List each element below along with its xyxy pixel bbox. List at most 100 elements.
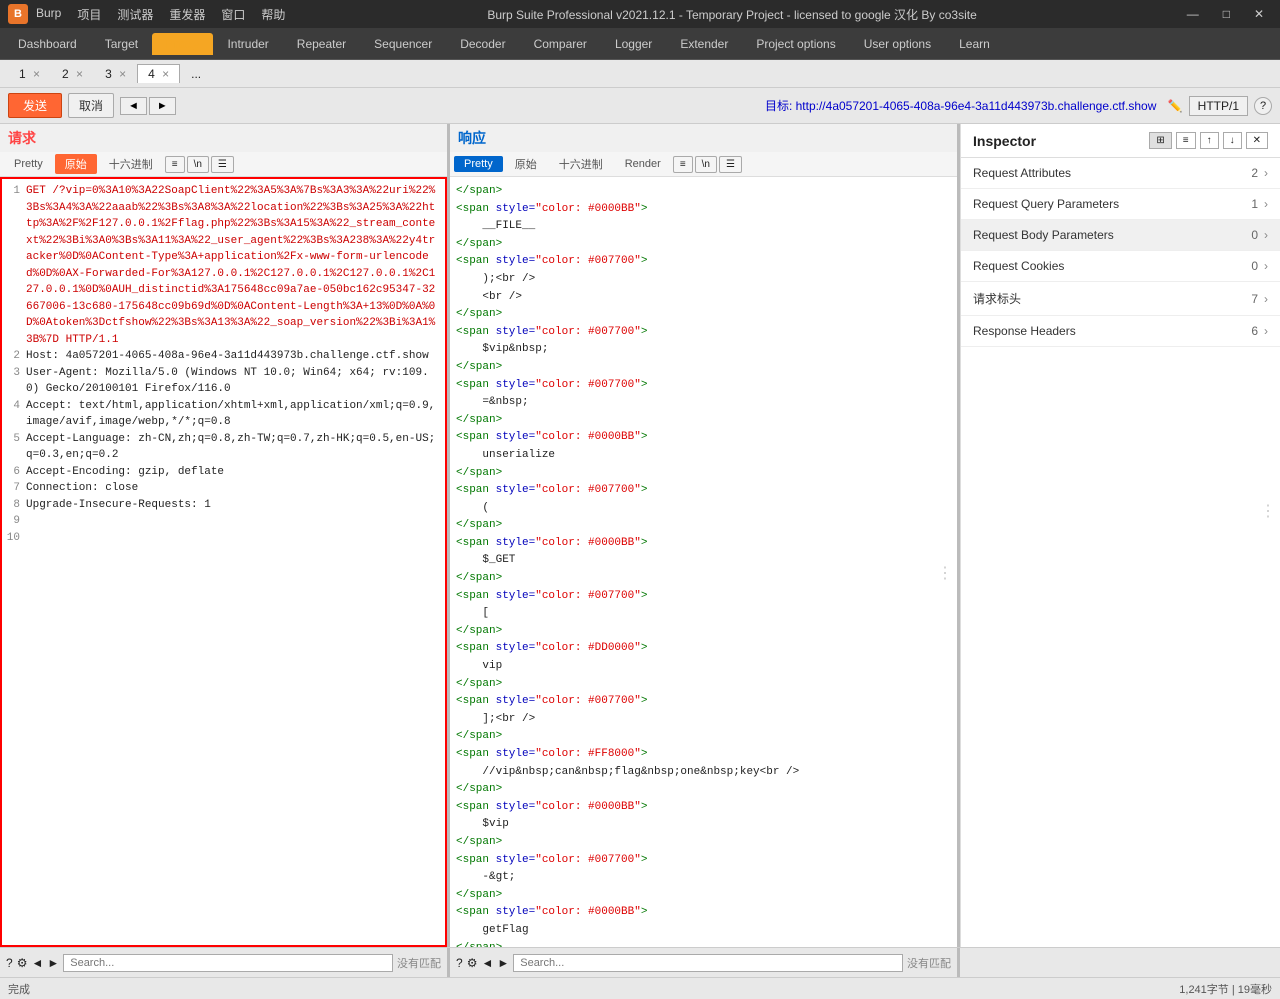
bottom-right-nav-back[interactable]: ◄ — [481, 956, 493, 970]
cancel-button[interactable]: 取消 — [68, 93, 114, 118]
response-html-content: </span> <span style="color: #0000BB"> __… — [456, 183, 951, 947]
nav-tab-comparer[interactable]: Comparer — [520, 33, 601, 55]
response-panel-header: 响应 — [450, 124, 957, 152]
menu-test[interactable]: 测试器 — [117, 6, 153, 23]
request-search-input[interactable] — [63, 954, 393, 972]
response-label: 响应 — [458, 130, 486, 146]
line-num-3: 3 — [6, 365, 20, 398]
nav-tab-learn[interactable]: Learn — [945, 33, 1004, 55]
request-line-content-7: Connection: close — [26, 480, 138, 497]
nav-tab-sequencer[interactable]: Sequencer — [360, 33, 446, 55]
resp-tab-render[interactable]: Render — [615, 156, 671, 172]
maximize-button[interactable]: □ — [1215, 5, 1238, 23]
request-line-9: 9 — [6, 513, 441, 530]
bottom-right-help-icon[interactable]: ? — [456, 956, 463, 970]
main-navigation: Dashboard Target Proxy Intruder Repeater… — [0, 28, 1280, 60]
nav-tab-project-options[interactable]: Project options — [742, 33, 849, 55]
inspector-label-response-headers: Response Headers — [973, 324, 1076, 338]
menu-help[interactable]: 帮助 — [261, 6, 285, 23]
request-line-content-6: Accept-Encoding: gzip, deflate — [26, 464, 224, 481]
sub-tab-3[interactable]: 3 × — [94, 64, 137, 84]
line-num-8: 8 — [6, 497, 20, 514]
nav-tab-target[interactable]: Target — [91, 33, 152, 55]
bottom-right-settings-icon[interactable]: ⚙ — [467, 956, 478, 970]
inspector-row-request-headers[interactable]: 请求标头 7 › — [961, 282, 1280, 316]
req-tab-icon1[interactable]: ≡ — [165, 156, 185, 173]
req-tab-icon3[interactable]: ☰ — [211, 156, 234, 173]
resp-tab-raw[interactable]: 原始 — [505, 154, 547, 174]
req-tab-hex[interactable]: 十六进制 — [99, 154, 163, 174]
inspector-row-right-4: 7 › — [1251, 292, 1268, 306]
nav-tab-extender[interactable]: Extender — [666, 33, 742, 55]
request-line-content-3: User-Agent: Mozilla/5.0 (Windows NT 10.0… — [26, 365, 441, 398]
resp-tab-icon3[interactable]: ☰ — [719, 156, 742, 173]
nav-back-button[interactable]: ◄ — [120, 97, 147, 115]
nav-tab-user-options[interactable]: User options — [850, 33, 945, 55]
http-version-selector[interactable]: HTTP/1 — [1189, 96, 1248, 116]
bottom-left-help-icon[interactable]: ? — [6, 956, 13, 970]
inspector-row-response-headers[interactable]: Response Headers 6 › — [961, 316, 1280, 347]
inspector-sort-asc[interactable]: ↑ — [1200, 132, 1219, 149]
resp-tab-icon2[interactable]: \n — [695, 156, 717, 173]
inspector-view-list[interactable]: ≡ — [1176, 132, 1196, 149]
resp-tab-pretty[interactable]: Pretty — [454, 156, 503, 172]
sub-tab-4[interactable]: 4 × — [137, 64, 180, 83]
request-panel-header: 请求 — [0, 124, 447, 152]
req-tab-pretty[interactable]: Pretty — [4, 156, 53, 172]
menu-burp[interactable]: Burp — [36, 6, 61, 23]
target-label: 目标: — [765, 99, 792, 113]
nav-tab-decoder[interactable]: Decoder — [446, 33, 519, 55]
inspector-row-cookies[interactable]: Request Cookies 0 › — [961, 251, 1280, 282]
request-editor-tabs: Pretty 原始 十六进制 ≡ \n ☰ — [0, 152, 447, 177]
target-url-bar: 目标: http://4a057201-4065-408a-96e4-3a11d… — [182, 97, 1183, 114]
inspector-label-body-params: Request Body Parameters — [973, 228, 1114, 242]
bottom-left-settings-icon[interactable]: ⚙ — [17, 956, 28, 970]
target-url-link[interactable]: http://4a057201-4065-408a-96e4-3a11d4439… — [796, 99, 1157, 113]
send-button[interactable]: 发送 — [8, 93, 62, 118]
help-button[interactable]: ? — [1254, 97, 1272, 115]
menu-resender[interactable]: 重发器 — [169, 6, 205, 23]
nav-tab-intruder[interactable]: Intruder — [213, 33, 282, 55]
req-tab-raw[interactable]: 原始 — [55, 154, 97, 174]
menu-project[interactable]: 项目 — [77, 6, 101, 23]
inspector-sort-desc[interactable]: ↓ — [1223, 132, 1242, 149]
menu-window[interactable]: 窗口 — [221, 6, 245, 23]
sub-tab-1[interactable]: 1 × — [8, 64, 51, 84]
app-logo: B — [8, 4, 28, 24]
response-code-area[interactable]: </span> <span style="color: #0000BB"> __… — [450, 177, 957, 947]
response-resize-handle[interactable]: ⋮ — [937, 562, 953, 588]
line-num-6: 6 — [6, 464, 20, 481]
inspector-label-cookies: Request Cookies — [973, 259, 1064, 273]
nav-tab-logger[interactable]: Logger — [601, 33, 666, 55]
nav-forward-button[interactable]: ► — [149, 97, 176, 115]
request-code-area[interactable]: 1 GET /?vip=0%3A10%3A22SoapClient%22%3A5… — [0, 177, 447, 947]
inspector-row-right-0: 2 › — [1251, 166, 1268, 180]
app-title: Burp Suite Professional v2021.12.1 - Tem… — [285, 6, 1178, 23]
inspector-row-request-attributes[interactable]: Request Attributes 2 › — [961, 158, 1280, 189]
inspector-view-grid[interactable]: ⊞ — [1149, 132, 1171, 149]
nav-tab-proxy[interactable]: Proxy — [152, 33, 213, 55]
resp-tab-hex[interactable]: 十六进制 — [549, 154, 613, 174]
sub-tab-more[interactable]: ... — [180, 64, 212, 84]
inspector-close[interactable]: ✕ — [1246, 132, 1268, 149]
nav-tab-repeater[interactable]: Repeater — [283, 33, 360, 55]
resp-tab-icon1[interactable]: ≡ — [673, 156, 693, 173]
minimize-button[interactable]: — — [1179, 5, 1207, 23]
req-tab-icon2[interactable]: \n — [187, 156, 209, 173]
request-line-3: 3 User-Agent: Mozilla/5.0 (Windows NT 10… — [6, 365, 441, 398]
response-search-input[interactable] — [513, 954, 903, 972]
bottom-left-nav-back[interactable]: ◄ — [31, 956, 43, 970]
request-line-content-8: Upgrade-Insecure-Requests: 1 — [26, 497, 211, 514]
sub-tab-2[interactable]: 2 × — [51, 64, 94, 84]
request-line-content-4: Accept: text/html,application/xhtml+xml,… — [26, 398, 441, 431]
inspector-row-body-params[interactable]: Request Body Parameters 0 › — [961, 220, 1280, 251]
close-button[interactable]: ✕ — [1246, 5, 1272, 23]
line-num-7: 7 — [6, 480, 20, 497]
inspector-count-query-params: 1 — [1251, 197, 1258, 211]
edit-icon[interactable]: ✏️ — [1168, 99, 1183, 113]
nav-tab-dashboard[interactable]: Dashboard — [4, 33, 91, 55]
bottom-left-nav-fwd[interactable]: ► — [47, 956, 59, 970]
inspector-row-query-params[interactable]: Request Query Parameters 1 › — [961, 189, 1280, 220]
bottom-right-nav-fwd[interactable]: ► — [497, 956, 509, 970]
inspector-arrow-4: › — [1264, 292, 1268, 306]
